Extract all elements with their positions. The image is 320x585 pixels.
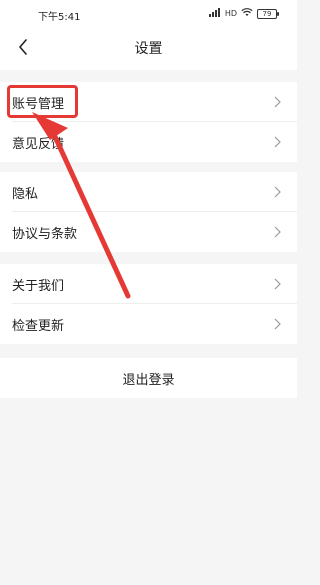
row-label: 隐私: [12, 187, 39, 202]
chevron-right-icon: [274, 186, 281, 198]
settings-page: 下午5:41 HD 79 设置 账号管理 意见反馈 隐私 协议与条款 关于我们 …: [0, 0, 297, 585]
status-time: 下午5:41: [38, 12, 81, 23]
terms-row[interactable]: 协议与条款: [0, 212, 297, 252]
annotation-highlight-box: [7, 85, 78, 118]
page-title: 设置: [134, 41, 163, 57]
row-label: 检查更新: [12, 319, 65, 334]
privacy-row[interactable]: 隐私: [0, 172, 297, 212]
row-label: 意见反馈: [12, 137, 65, 152]
check-update-row[interactable]: 检查更新: [0, 304, 297, 344]
status-bar: 下午5:41 HD 79: [0, 0, 297, 28]
settings-group-about: 关于我们 检查更新: [0, 264, 297, 344]
about-us-row[interactable]: 关于我们: [0, 264, 297, 304]
row-label: 关于我们: [12, 279, 65, 294]
logout-button[interactable]: 退出登录: [0, 358, 297, 398]
feedback-row[interactable]: 意见反馈: [0, 122, 297, 162]
settings-group-privacy: 隐私 协议与条款: [0, 172, 297, 252]
status-icons: HD 79: [208, 8, 279, 19]
wifi-icon: [241, 8, 253, 19]
signal-icon: [208, 8, 221, 19]
chevron-right-icon: [274, 226, 281, 238]
chevron-right-icon: [274, 278, 281, 290]
row-label: 协议与条款: [12, 227, 78, 242]
logout-label: 退出登录: [122, 373, 175, 388]
chevron-right-icon: [274, 318, 281, 330]
chevron-right-icon: [274, 96, 281, 108]
chevron-right-icon: [274, 136, 281, 148]
battery-icon: 79: [257, 8, 279, 19]
nav-header: 设置: [0, 28, 297, 70]
signal-type-label: HD: [224, 9, 237, 18]
